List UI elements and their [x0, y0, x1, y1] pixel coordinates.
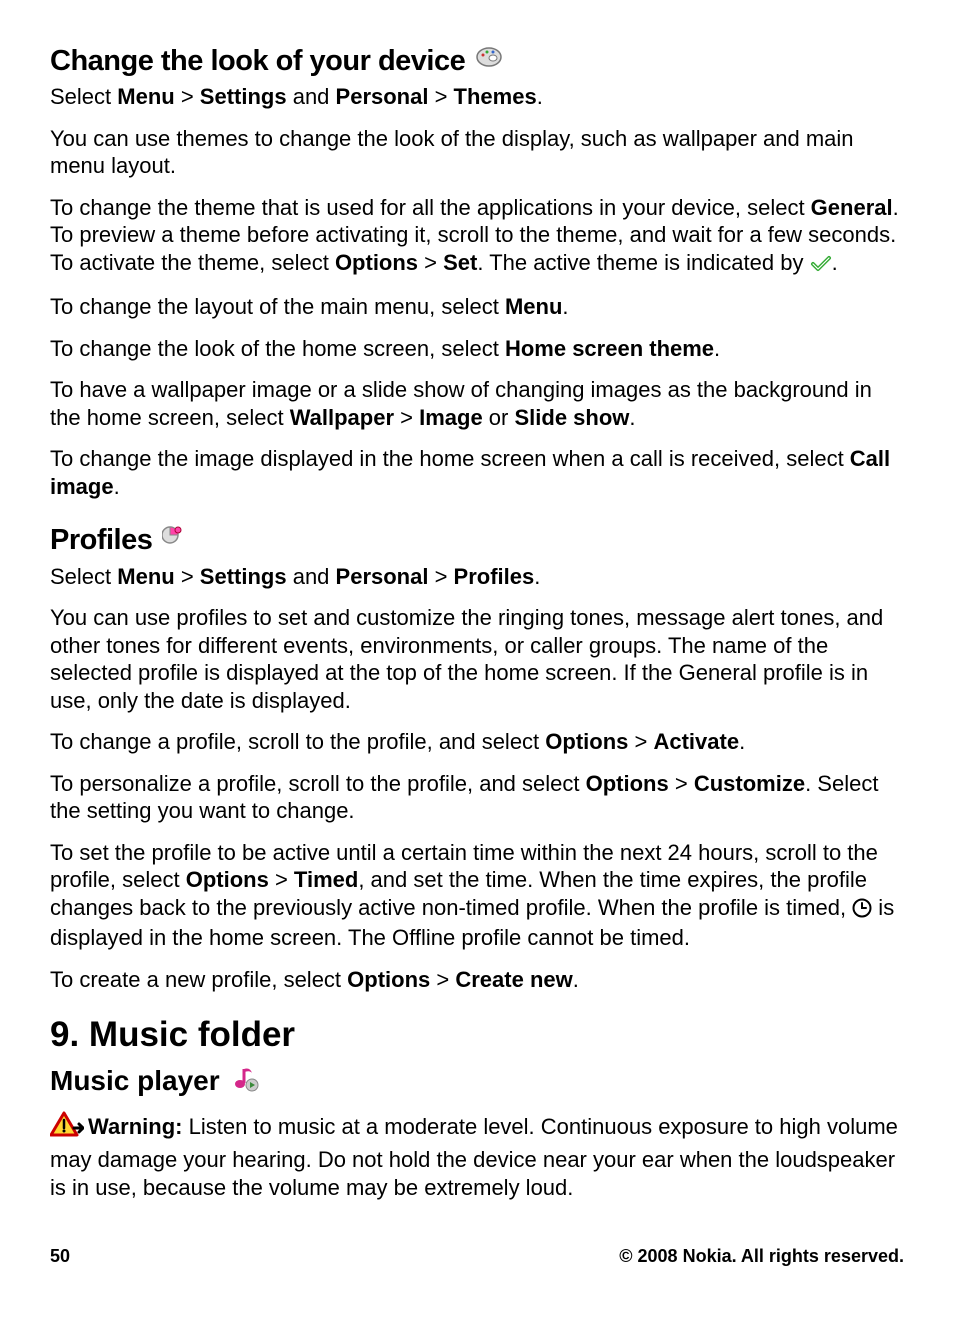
page-number: 50 [50, 1245, 70, 1268]
nav-path-themes: Select Menu > Settings and Personal > Th… [50, 83, 904, 111]
chapter-heading: 9. Music folder [50, 1013, 904, 1057]
music-note-icon [230, 1065, 260, 1100]
copyright-text: © 2008 Nokia. All rights reserved. [619, 1245, 904, 1268]
body-text: To have a wallpaper image or a slide sho… [50, 376, 904, 431]
body-text: To set the profile to be active until a … [50, 839, 904, 952]
warning-text: Warning: Listen to music at a moderate l… [50, 1110, 904, 1202]
body-text: You can use themes to change the look of… [50, 125, 904, 180]
warning-icon [50, 1110, 84, 1147]
section-heading-music-player: Music player [50, 1063, 220, 1098]
body-text: To change the image displayed in the hom… [50, 445, 904, 500]
nav-path-profiles: Select Menu > Settings and Personal > Pr… [50, 563, 904, 591]
body-text: You can use profiles to set and customiz… [50, 604, 904, 714]
body-text: To change the look of the home screen, s… [50, 335, 904, 363]
body-text: To change the layout of the main menu, s… [50, 293, 904, 321]
body-text: To create a new profile, select Options … [50, 966, 904, 994]
section-heading-themes: Change the look of your device [50, 43, 465, 79]
body-text: To change a profile, scroll to the profi… [50, 728, 904, 756]
profiles-icon [162, 524, 186, 553]
checkmark-icon [810, 252, 832, 280]
section-heading-profiles: Profiles [50, 522, 152, 558]
body-text: To change the theme that is used for all… [50, 194, 904, 280]
palette-icon [475, 44, 503, 75]
clock-icon [852, 897, 872, 925]
body-text: To personalize a profile, scroll to the … [50, 770, 904, 825]
